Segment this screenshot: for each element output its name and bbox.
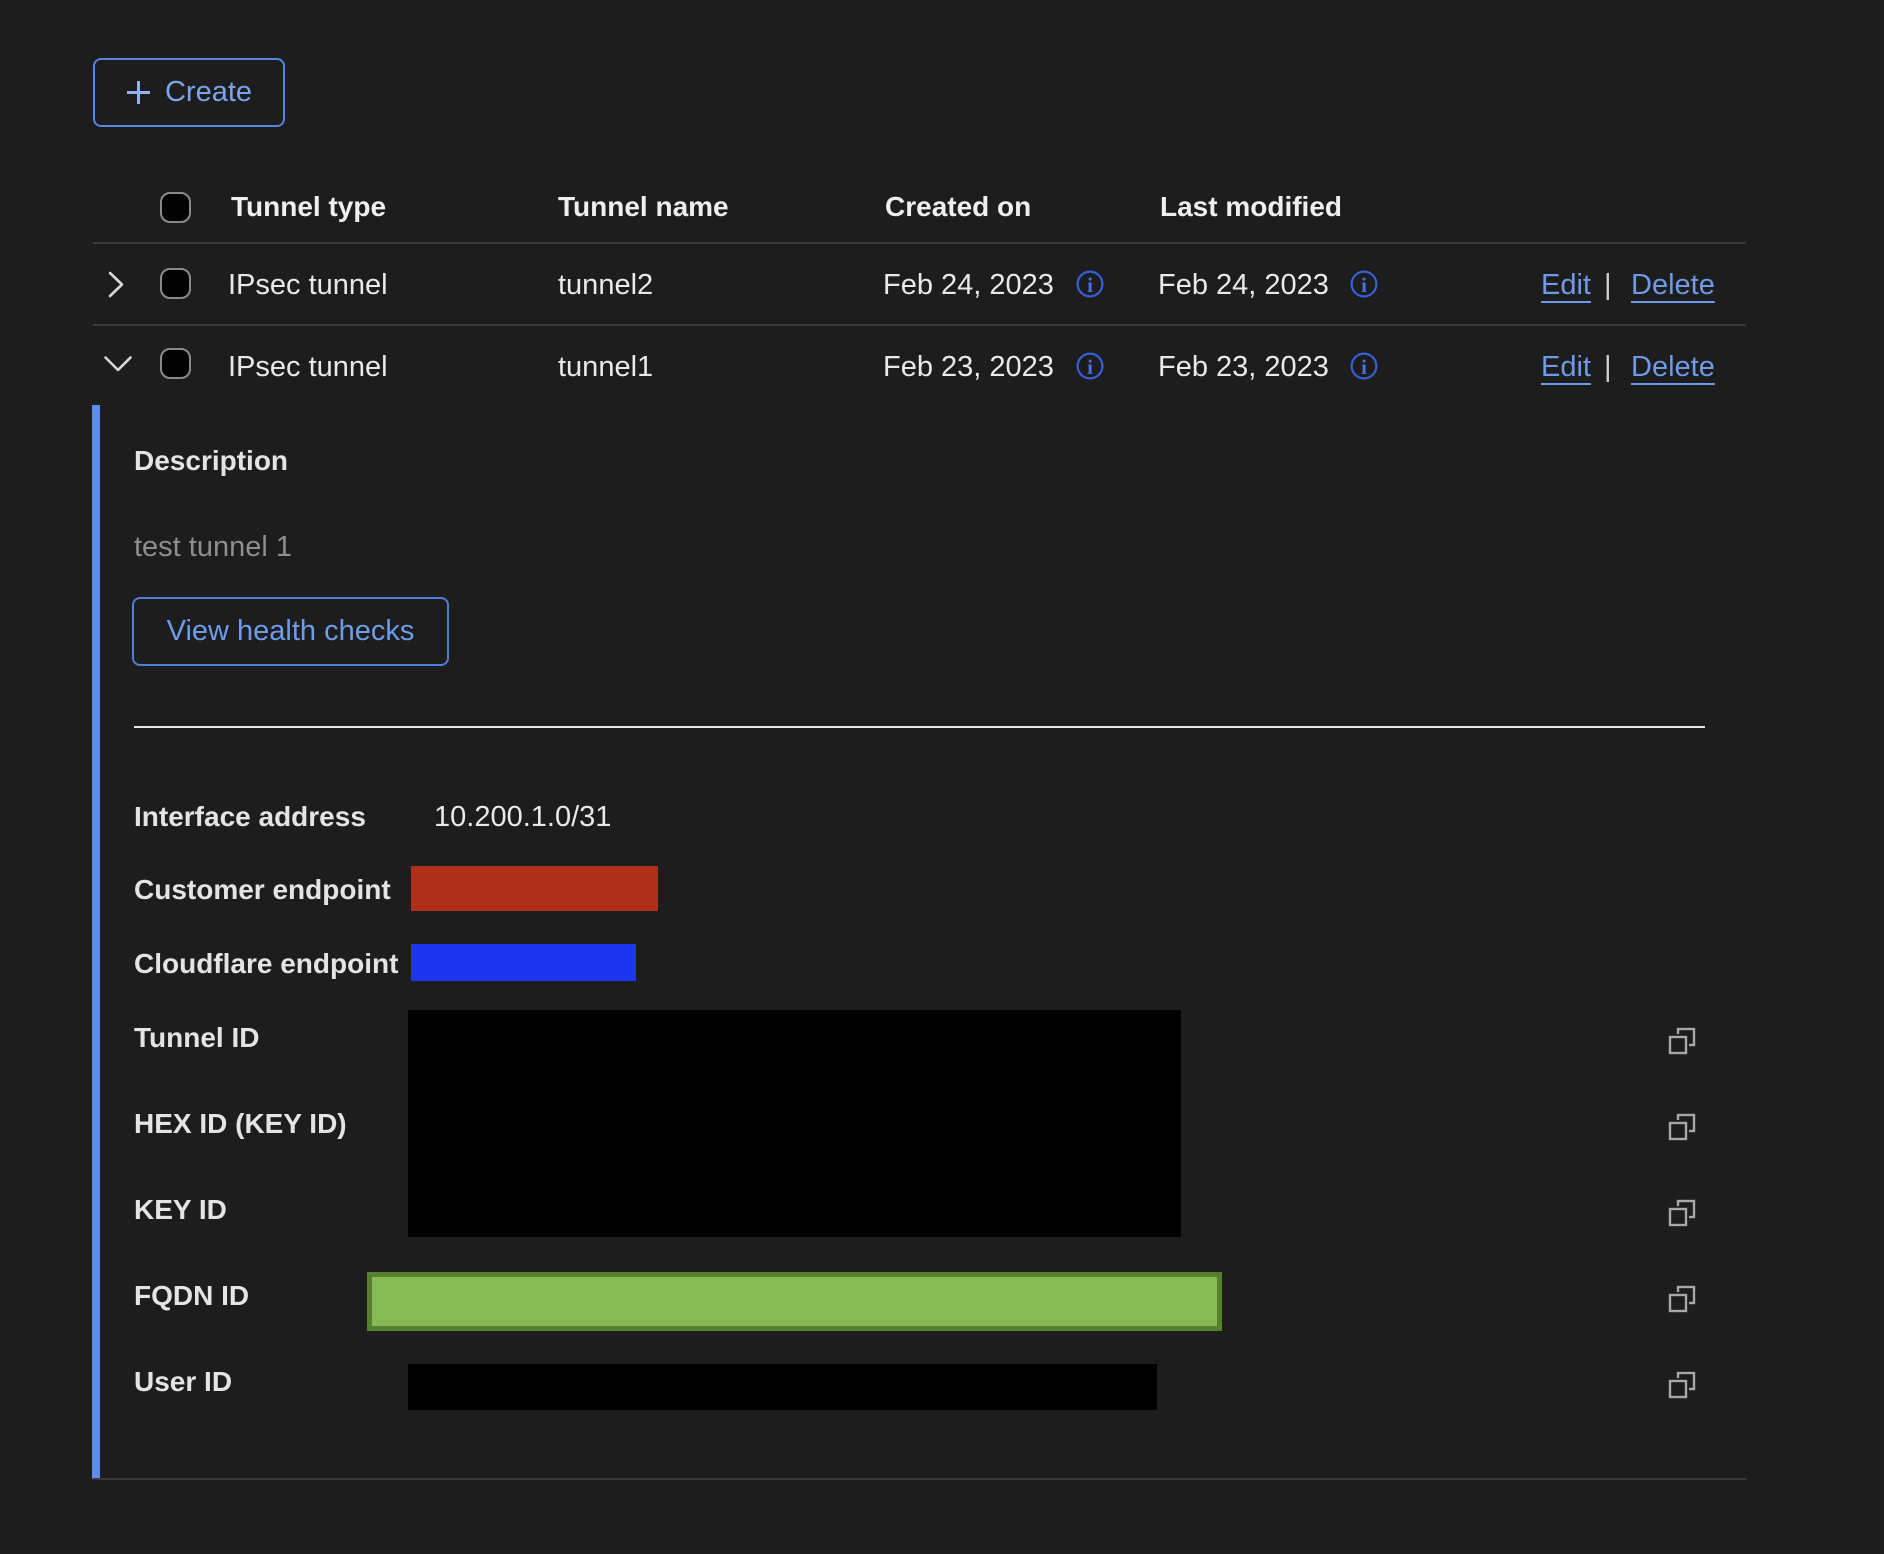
svg-text:i: i bbox=[1361, 355, 1367, 379]
svg-text:i: i bbox=[1087, 355, 1093, 379]
svg-text:i: i bbox=[1087, 273, 1093, 297]
svg-text:i: i bbox=[1361, 273, 1367, 297]
